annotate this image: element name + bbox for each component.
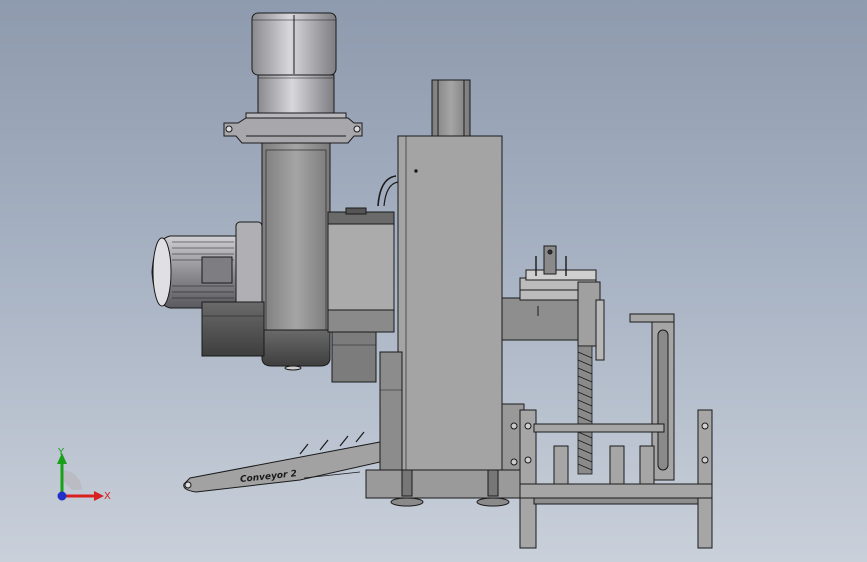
lead-screw[interactable]	[577, 345, 593, 475]
conveyor-arm[interactable]: Conveyor 2	[183, 431, 381, 493]
middle-drive-housing[interactable]	[327, 175, 399, 383]
y-axis-label: Y	[57, 447, 65, 458]
right-guide-bracket[interactable]	[501, 245, 605, 361]
top-drive-motor[interactable]	[223, 12, 363, 144]
x-axis-label: X	[104, 491, 111, 502]
gearbox-column[interactable]	[261, 142, 331, 371]
lower-frame[interactable]	[519, 409, 713, 549]
cad-viewport[interactable]: Conveyor 2 Y X	[0, 0, 867, 562]
z-axis-point	[57, 491, 67, 501]
cad-model-view[interactable]: Conveyor 2 Y X	[0, 0, 867, 562]
side-drive-motor[interactable]	[151, 221, 265, 357]
coordinate-triad: Y X	[57, 447, 111, 502]
